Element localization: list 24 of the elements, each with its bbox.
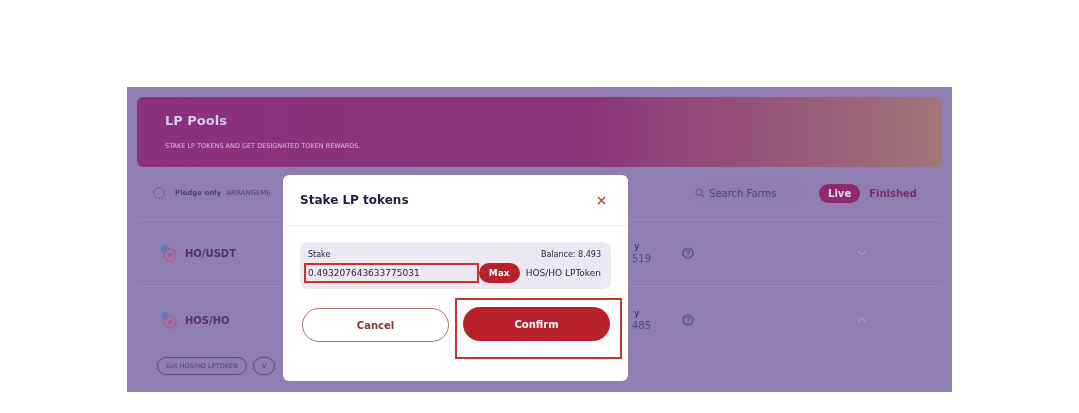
cancel-button[interactable]: Cancel	[302, 308, 449, 342]
token-pair-icon	[159, 311, 177, 329]
amount-field[interactable]: 0.493207643633775031	[304, 263, 479, 283]
balance-text: Balance: 8.493	[539, 250, 601, 259]
pool-pair-name: HOS/HO	[185, 314, 230, 326]
chevron-icon[interactable]	[857, 317, 867, 323]
filter-tab[interactable]: Live	[819, 183, 861, 203]
chevron-icon[interactable]	[857, 250, 867, 256]
close-icon	[597, 196, 606, 205]
column-value: 485	[632, 320, 653, 333]
dialog-title: Stake LP tokens	[300, 193, 409, 207]
help-icon[interactable]	[682, 313, 694, 326]
search-icon	[695, 188, 706, 198]
token-pair-icon	[159, 244, 177, 262]
confirm-button[interactable]: Confirm	[463, 307, 610, 341]
pool-pair-name: HO/USDT	[185, 247, 236, 259]
column-value: 519	[632, 253, 653, 266]
token-label: HOS/HO LPToken	[525, 268, 601, 278]
page-title: LP Pools	[165, 113, 228, 128]
column-label: y	[633, 240, 641, 252]
help-icon[interactable]	[682, 246, 694, 259]
stake-label: Stake	[307, 250, 332, 259]
max-button[interactable]: Max	[478, 263, 520, 283]
column-label: y	[633, 307, 641, 319]
